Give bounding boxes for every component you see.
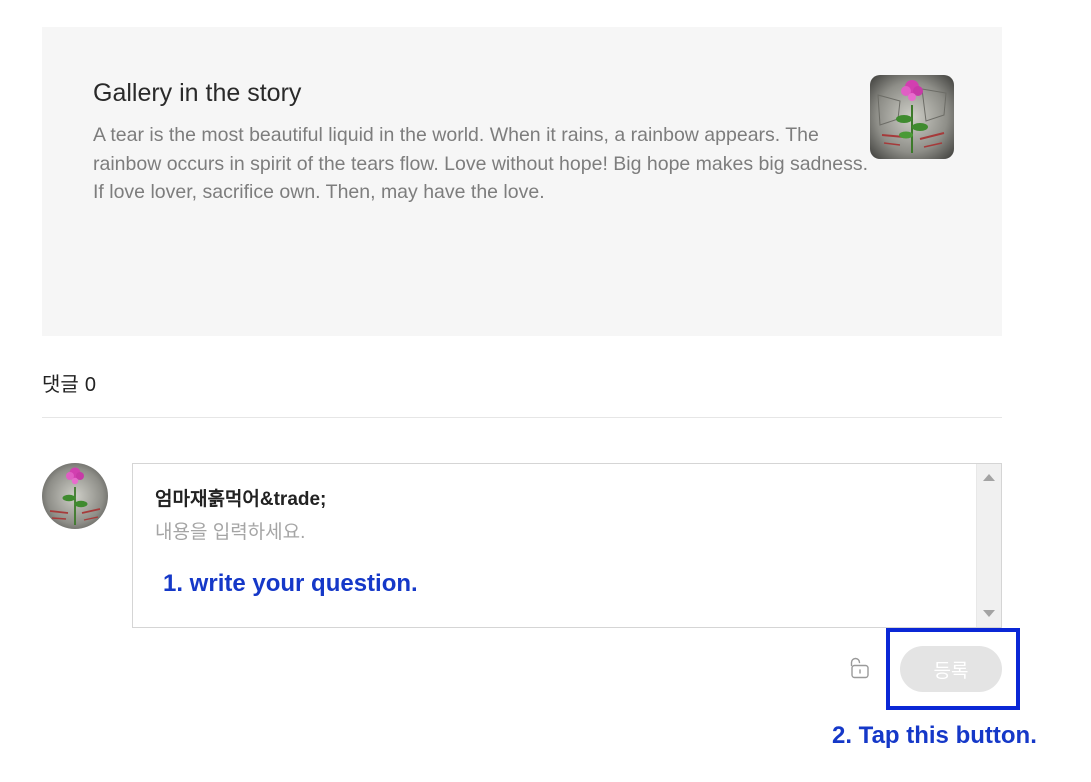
scroll-up-icon[interactable] (983, 474, 995, 481)
avatar[interactable] (42, 463, 108, 529)
story-thumbnail[interactable] (870, 75, 954, 159)
story-card: Gallery in the story A tear is the most … (42, 27, 1002, 336)
submit-button[interactable]: 등록 (900, 646, 1002, 692)
lock-open-icon[interactable] (848, 656, 872, 680)
annotation-step-2: 2. Tap this button. (832, 722, 1037, 749)
divider (42, 417, 1002, 418)
scrollbar[interactable] (976, 464, 1001, 627)
comments-label: 댓글 (42, 374, 79, 396)
comments-count: 0 (84, 374, 96, 396)
comment-input[interactable] (153, 518, 957, 548)
annotation-step-1: 1. write your question. (163, 570, 418, 597)
story-description: A tear is the most beautiful liquid in t… (93, 124, 869, 203)
comment-box: 엄마재흙먹어&trade; 1. write your question. (132, 463, 1002, 628)
comments-header: 댓글 0 (42, 368, 102, 397)
author-name: 엄마재흙먹어&trade; (155, 489, 327, 510)
story-title: Gallery in the story (93, 79, 302, 107)
scroll-down-icon[interactable] (983, 610, 995, 617)
